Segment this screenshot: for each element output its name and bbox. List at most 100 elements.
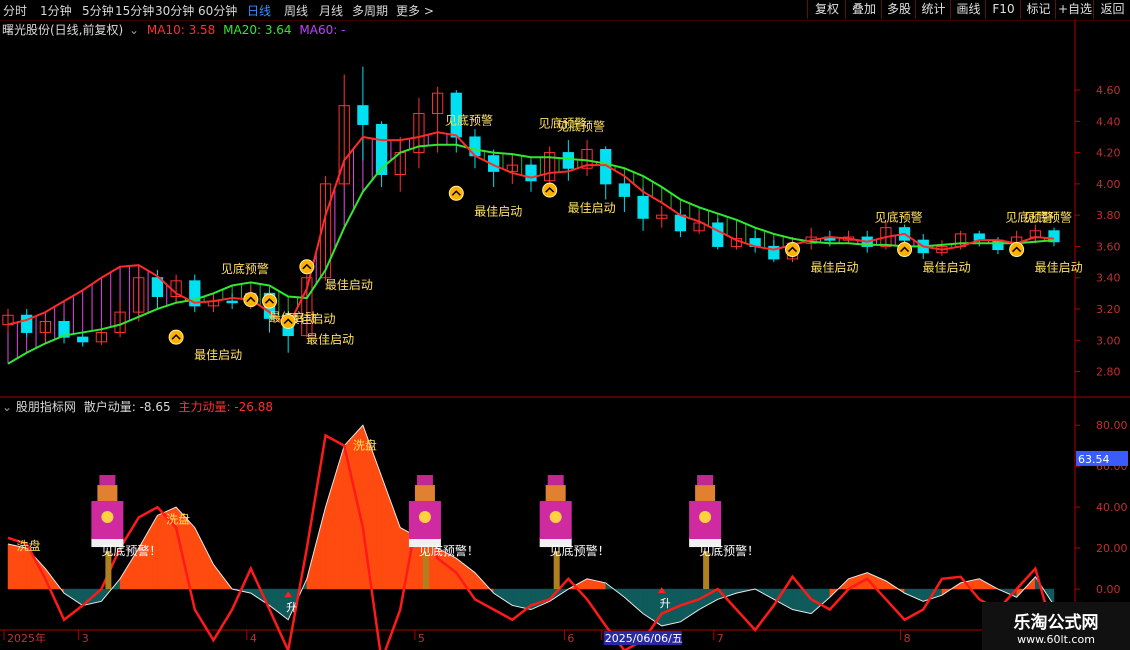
start-signal-label: 最佳启动 xyxy=(194,348,242,362)
toolbar-button-7[interactable]: +自选 xyxy=(1055,0,1094,19)
x-tick-label: 5 xyxy=(418,632,425,645)
bottom-warning-label: 见底预警 xyxy=(1024,209,1072,224)
x-tick-label: 2025年 xyxy=(7,631,46,645)
indicator-header: ⌄ 股朋指标网 散户动量: -8.65 主力动量: -26.88 xyxy=(2,398,273,415)
chart-canvas: 2.80 3.00 3.20 3.40 3.60 3.80 4.00 4.20 4.40 4.60… xyxy=(0,20,1130,650)
x-tick-label: 8 xyxy=(904,632,911,645)
price-tick-label: 4.60 xyxy=(1096,84,1121,97)
price-header: 曙光股份(日线,前复权) ⌄ MA10: 3.58 MA20: 3.64 MA6… xyxy=(2,21,345,38)
start-signal-icon xyxy=(299,259,315,275)
x-tick-label: 6 xyxy=(567,632,574,645)
start-signal-label: 最佳启动 xyxy=(306,332,354,346)
start-signal-label: 最佳启动 xyxy=(568,201,616,215)
start-signal-icon xyxy=(1009,242,1025,258)
price-tick-label: 3.40 xyxy=(1096,272,1121,285)
warning-figure-icon xyxy=(91,475,124,590)
figure-hat xyxy=(547,475,564,486)
figure-head xyxy=(414,485,435,502)
start-signal-icon xyxy=(262,293,277,309)
candle-body xyxy=(562,152,574,169)
shakeout-label: 洗盘 xyxy=(166,511,190,526)
retail-area-segment xyxy=(325,445,345,590)
figure-warning-label: 见底预警！ xyxy=(550,543,610,558)
toolbar-button-3[interactable]: 统计 xyxy=(915,0,951,19)
start-signal-icon xyxy=(168,329,184,345)
toolbar-button-1[interactable]: 叠加 xyxy=(845,0,882,19)
indicator-tick-label: 20.00 xyxy=(1096,542,1128,555)
candle-body xyxy=(637,195,649,219)
candle-body xyxy=(712,222,724,247)
bottom-warning-label: 见底预警 xyxy=(445,112,493,127)
x-axis: 2025年 3 4 5 6 2025/06/06/五 7 8 xyxy=(3,630,911,645)
price-tick-label: 4.00 xyxy=(1096,178,1121,191)
toolbar-button-4[interactable]: 画线 xyxy=(950,0,986,19)
figure-hat xyxy=(697,475,714,486)
timeframe-8[interactable]: 月线 xyxy=(319,2,343,19)
price-tick-label: 3.60 xyxy=(1096,240,1121,253)
warning-figure-icon xyxy=(689,475,722,590)
figure-warning-label: 见底预警！ xyxy=(101,543,161,558)
money-bag-icon xyxy=(549,511,562,524)
toolbar: 分时 1分钟 5分钟 15分钟 30分钟 60分钟 日线 周线 月线 多周期 更多 > 复权 叠加 多股统… xyxy=(0,0,1130,21)
start-signal-icon xyxy=(243,292,259,308)
timeframe-4[interactable]: 30分钟 xyxy=(155,2,194,19)
price-tick-label: 3.00 xyxy=(1096,334,1121,347)
watermark: 乐淘公式网 www.60lt.com xyxy=(982,602,1130,650)
toolbar-button-8[interactable]: 返回 xyxy=(1093,0,1130,19)
cursor-value: 63.54 xyxy=(1078,453,1110,466)
chevron-down-icon[interactable]: ⌄ xyxy=(2,400,12,414)
toolbar-button-2[interactable]: 多股 xyxy=(881,0,916,19)
ma10-label: MA10: 3.58 xyxy=(146,23,216,37)
retail-area-segment xyxy=(586,578,606,590)
timeframe-3[interactable]: 15分钟 xyxy=(115,2,154,19)
toolbar-button-5[interactable]: F10 xyxy=(985,0,1021,19)
retail-area-segment xyxy=(904,588,924,602)
price-tick-label: 3.20 xyxy=(1096,303,1121,316)
bottom-warning-label: 见底预警 xyxy=(557,119,605,134)
retail-area-segment xyxy=(63,588,83,606)
stock-title: 曙光股份(日线,前复权) xyxy=(2,23,124,37)
toolbar-button-6[interactable]: 标记 xyxy=(1020,0,1056,19)
rise-label: 升 xyxy=(660,597,671,610)
indicator-tick-label: 40.00 xyxy=(1096,501,1128,514)
chevron-down-icon[interactable]: ⌄ xyxy=(129,23,139,37)
toolbar-button-0[interactable]: 复权 xyxy=(807,0,846,19)
start-signal-icon xyxy=(280,313,296,329)
start-signal-icon xyxy=(785,242,800,258)
start-signal-label: 最佳启动 xyxy=(474,204,522,218)
money-bag-icon xyxy=(418,511,431,524)
figure-head xyxy=(97,485,118,502)
timeframe-5[interactable]: 60分钟 xyxy=(198,2,237,19)
figure-head xyxy=(545,485,566,502)
candle-body xyxy=(226,300,238,304)
timeframe-6[interactable]: 日线 xyxy=(247,2,271,19)
ma20-label: MA20: 3.64 xyxy=(223,23,292,37)
retail-momentum-label: 散户动量: -8.65 xyxy=(83,400,171,414)
ma60-label: MA60: - xyxy=(299,23,346,37)
watermark-url: www.60lt.com xyxy=(1017,633,1095,646)
timeframe-0[interactable]: 分时 xyxy=(3,2,27,19)
timeframe-7[interactable]: 周线 xyxy=(284,2,308,19)
figure-hat xyxy=(99,475,116,486)
bottom-warning-label: 见底预警 xyxy=(875,209,923,224)
timeframe-10[interactable]: 更多 > xyxy=(396,2,434,19)
retail-area-segment xyxy=(624,588,644,615)
timeframe-2[interactable]: 5分钟 xyxy=(82,2,114,19)
money-bag-icon xyxy=(101,511,114,524)
indicator-panel: 0.0020.0040.0060.0080.0063.54洗盘洗盘洗盘升 升见底预… xyxy=(0,419,1130,650)
main-momentum-label: 主力动量: -26.88 xyxy=(178,400,274,414)
start-signal-icon xyxy=(897,242,913,258)
shakeout-label: 洗盘 xyxy=(353,438,377,453)
price-tick-label: 3.80 xyxy=(1096,209,1121,222)
rise-label: 升 xyxy=(286,601,297,614)
timeframe-9[interactable]: 多周期 xyxy=(352,2,388,19)
indicator-tick-label: 0.00 xyxy=(1096,583,1121,596)
money-bag-icon xyxy=(699,511,712,524)
price-tick-label: 2.80 xyxy=(1096,366,1121,379)
timeframe-1[interactable]: 1分钟 xyxy=(40,2,72,19)
candle-body xyxy=(357,105,369,125)
indicator-name: 股朋指标网 xyxy=(15,400,76,414)
start-signal-icon xyxy=(448,185,464,201)
x-tick-label: 4 xyxy=(250,632,257,645)
indicator-tick-label: 80.00 xyxy=(1096,419,1128,432)
